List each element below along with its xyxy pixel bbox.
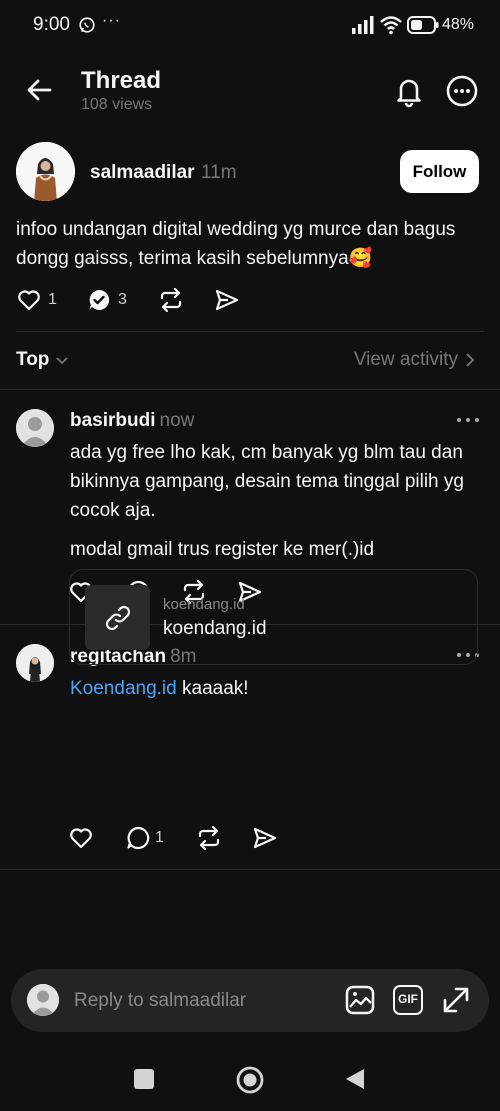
repost-button[interactable] — [157, 286, 185, 314]
signal-icon — [352, 16, 374, 34]
battery-icon — [407, 16, 439, 34]
whatsapp-icon — [78, 16, 96, 34]
avatar — [27, 984, 59, 1016]
reply-text: Koendang.id kaaaak! — [70, 674, 480, 703]
heart-icon — [16, 287, 42, 313]
avatar[interactable] — [16, 142, 75, 201]
back-button[interactable] — [24, 74, 56, 106]
view-activity-label: View activity — [353, 349, 458, 370]
share-button[interactable] — [252, 824, 278, 852]
avatar[interactable] — [16, 409, 54, 447]
reply-button[interactable]: 1 — [125, 824, 164, 852]
reply-count: 3 — [118, 291, 127, 308]
reply-text: modal gmail trus register ke mer(.)id — [70, 539, 375, 560]
status-overflow-dots: ··· — [102, 12, 121, 29]
reply-more-button[interactable] — [455, 415, 481, 425]
divider — [0, 389, 500, 390]
arrow-left-icon — [24, 74, 56, 106]
reply-button[interactable]: 3 — [86, 286, 127, 314]
chevron-right-icon — [464, 352, 476, 368]
status-time: 9:00 — [33, 14, 70, 35]
post-actions: 1 3 — [16, 286, 316, 316]
post-username[interactable]: salmaadilar — [90, 162, 195, 184]
sort-label: Top — [16, 349, 50, 370]
like-button[interactable] — [68, 824, 94, 852]
more-options-button[interactable] — [445, 74, 479, 108]
reply-timestamp: now — [159, 410, 195, 431]
sort-dropdown[interactable]: Top — [16, 349, 69, 371]
reply-username-row: basirbudi now — [70, 410, 194, 432]
sort-bar: Top View activity — [0, 333, 500, 388]
more-circle-icon — [445, 74, 479, 108]
link-icon — [85, 585, 150, 650]
share-button[interactable] — [214, 286, 240, 314]
reply-input[interactable] — [74, 969, 334, 1032]
reply-username[interactable]: basirbudi — [70, 410, 156, 431]
link-card-domain: koendang.id — [163, 596, 245, 613]
more-dots-icon — [455, 415, 481, 425]
page-title: Thread — [81, 67, 162, 94]
link-koendang[interactable]: Koendang.id — [70, 678, 177, 699]
home-circle-icon — [236, 1066, 264, 1094]
divider — [0, 869, 500, 870]
wifi-icon — [379, 15, 403, 35]
repost-icon — [195, 824, 223, 852]
replied-check-icon — [86, 287, 112, 313]
system-nav-bar — [0, 1050, 500, 1111]
post-text: infoo undangan digital wedding yg murce … — [16, 219, 456, 269]
send-icon — [252, 825, 278, 851]
repost-button[interactable] — [195, 824, 223, 852]
comment-icon — [125, 825, 151, 851]
reply-composer: GIF — [11, 969, 489, 1032]
follow-button[interactable]: Follow — [400, 150, 479, 193]
avatar[interactable] — [16, 644, 54, 682]
reply-text-after-link: kaaaak! — [176, 678, 249, 699]
reply-actions: 1 — [68, 824, 328, 854]
link-card-title: koendang.id — [163, 618, 267, 639]
notifications-button[interactable] — [392, 74, 426, 108]
thread-header: Thread 108 views — [0, 60, 500, 120]
repost-icon — [157, 286, 185, 314]
home-button[interactable] — [236, 1066, 264, 1094]
like-button[interactable]: 1 — [16, 286, 57, 314]
nav-back-button[interactable] — [345, 1068, 365, 1090]
heart-icon — [68, 825, 94, 851]
reply-count: 1 — [155, 829, 164, 846]
send-icon — [214, 287, 240, 313]
view-count: 108 views — [81, 96, 153, 113]
view-activity-link[interactable]: View activity — [354, 349, 476, 371]
attach-image-button[interactable] — [345, 985, 375, 1015]
expand-icon — [441, 985, 471, 1015]
status-bar: 9:00 ··· 48% — [0, 0, 500, 52]
link-preview-card[interactable]: koendang.id koendang.id — [69, 569, 478, 665]
recents-button[interactable] — [134, 1069, 154, 1089]
bell-icon — [392, 74, 426, 108]
expand-button[interactable] — [441, 985, 471, 1015]
triangle-back-icon — [345, 1068, 365, 1090]
image-icon — [345, 985, 375, 1015]
chevron-down-icon — [55, 353, 69, 367]
reply-text: ada yg free lho kak, cm banyak yg blm ta… — [70, 442, 464, 521]
divider — [16, 331, 484, 332]
like-count: 1 — [48, 291, 57, 308]
gif-button[interactable]: GIF — [393, 985, 423, 1015]
battery-percent: 48% — [442, 16, 475, 33]
post-timestamp: 11m — [201, 162, 237, 183]
